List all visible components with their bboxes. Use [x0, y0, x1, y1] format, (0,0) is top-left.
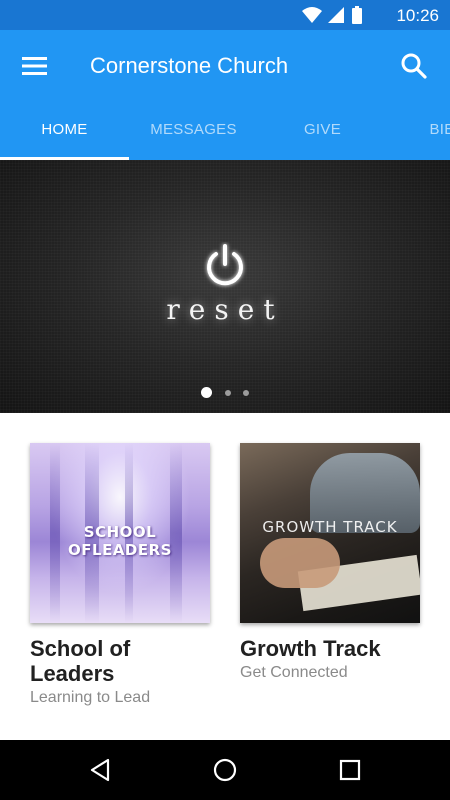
carousel-dot[interactable] [224, 389, 231, 396]
card-thumbnail: SCHOOL OFLEADERS [30, 443, 210, 623]
card-subtitle: Get Connected [240, 664, 348, 681]
status-time: 10:26 [396, 6, 439, 25]
thumbnail-text: SCHOOL OFLEADERS [68, 523, 172, 559]
tab-home[interactable]: HOME [0, 102, 129, 160]
app-bar: Cornerstone Church [0, 30, 450, 102]
tab-home-label: HOME [41, 121, 88, 138]
recents-icon[interactable] [337, 758, 363, 782]
card-title: School of Leaders [30, 636, 131, 686]
system-nav-bar [0, 740, 450, 800]
power-icon [207, 244, 243, 286]
status-bar: 10:26 [0, 0, 450, 30]
hero-carousel[interactable]: reset [0, 160, 450, 413]
signal-icon [328, 7, 344, 23]
hero-word: reset [166, 293, 284, 326]
carousel-dot[interactable] [242, 389, 249, 396]
card-school-of-leaders[interactable]: SCHOOL OFLEADERS School of Leaders Learn… [30, 443, 210, 707]
search-icon[interactable] [400, 52, 428, 80]
menu-icon[interactable] [22, 54, 48, 78]
card-growth-track[interactable]: GROWTH TRACK Growth Track Get Connected [240, 443, 420, 682]
content-cards: SCHOOL OFLEADERS School of Leaders Learn… [0, 413, 450, 740]
tab-messages[interactable]: MESSAGES [129, 102, 258, 160]
card-thumbnail: GROWTH TRACK [240, 443, 420, 623]
battery-icon [352, 6, 362, 24]
tab-give-label: GIVE [303, 121, 342, 138]
card-title: Growth Track [240, 636, 381, 661]
app-title: Cornerstone Church [90, 53, 289, 78]
tab-bible[interactable]: BIBLE [387, 102, 450, 160]
status-icons [302, 6, 362, 24]
tab-give[interactable]: GIVE [258, 102, 387, 160]
wifi-icon [302, 7, 322, 23]
back-icon[interactable] [88, 758, 114, 782]
tab-messages-label: MESSAGES [150, 121, 237, 138]
thumbnail-text: GROWTH TRACK [262, 518, 398, 536]
tab-bible-label: BIBLE [429, 121, 450, 138]
card-subtitle: Learning to Lead [30, 689, 151, 706]
carousel-dots [0, 384, 450, 399]
tab-bar: HOME MESSAGES GIVE BIBLE [0, 102, 450, 160]
home-icon[interactable] [212, 758, 238, 782]
